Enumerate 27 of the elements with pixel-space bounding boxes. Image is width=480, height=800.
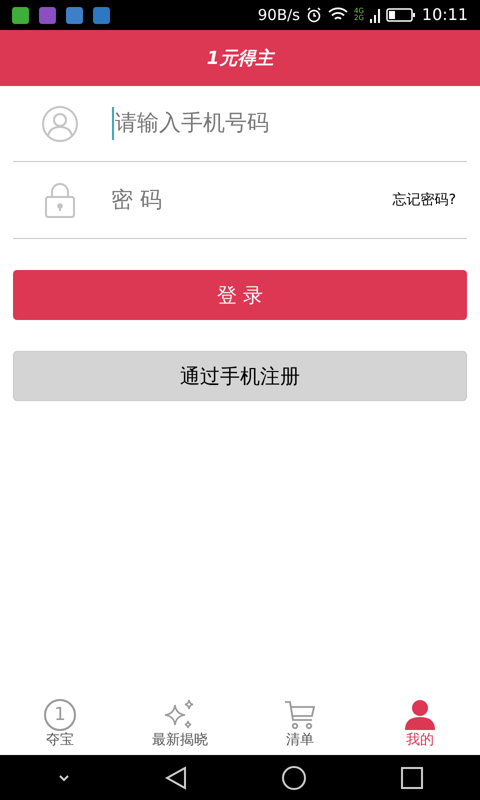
login-button[interactable]: 登 录: [13, 270, 467, 320]
back-icon[interactable]: [165, 766, 187, 790]
user-icon: [41, 104, 79, 142]
chevron-down-icon[interactable]: [57, 772, 71, 782]
network-speed: 90B/s: [258, 4, 300, 26]
tab-item[interactable]: 我的: [360, 690, 480, 755]
app-logo: 1元得主: [206, 46, 274, 70]
home-icon[interactable]: [281, 764, 307, 790]
forgot-password-link[interactable]: 忘记密码?: [392, 190, 456, 210]
tab-item[interactable]: 1 夺宝: [0, 690, 120, 755]
phone-input-field[interactable]: 请输入手机号码: [112, 107, 467, 140]
clock: 10:11: [422, 4, 468, 26]
chat-app-icon: [12, 6, 29, 24]
gallery-app-icon: [39, 6, 56, 24]
recents-icon[interactable]: [401, 766, 423, 788]
info-app-icon: [93, 6, 110, 24]
register-button[interactable]: 通过手机注册: [13, 351, 467, 401]
person-icon: [403, 698, 437, 730]
tab-item[interactable]: 清单: [240, 690, 360, 755]
cart-icon: [283, 698, 317, 730]
tab-item[interactable]: 最新揭晓: [120, 690, 240, 755]
alarm-icon: [306, 7, 322, 23]
password-input-field[interactable]: 密 码: [111, 184, 393, 216]
lock-icon: [44, 182, 76, 218]
signal-icon: [370, 7, 380, 23]
battery-icon: [386, 7, 416, 23]
cloud-app-icon: [66, 6, 83, 24]
